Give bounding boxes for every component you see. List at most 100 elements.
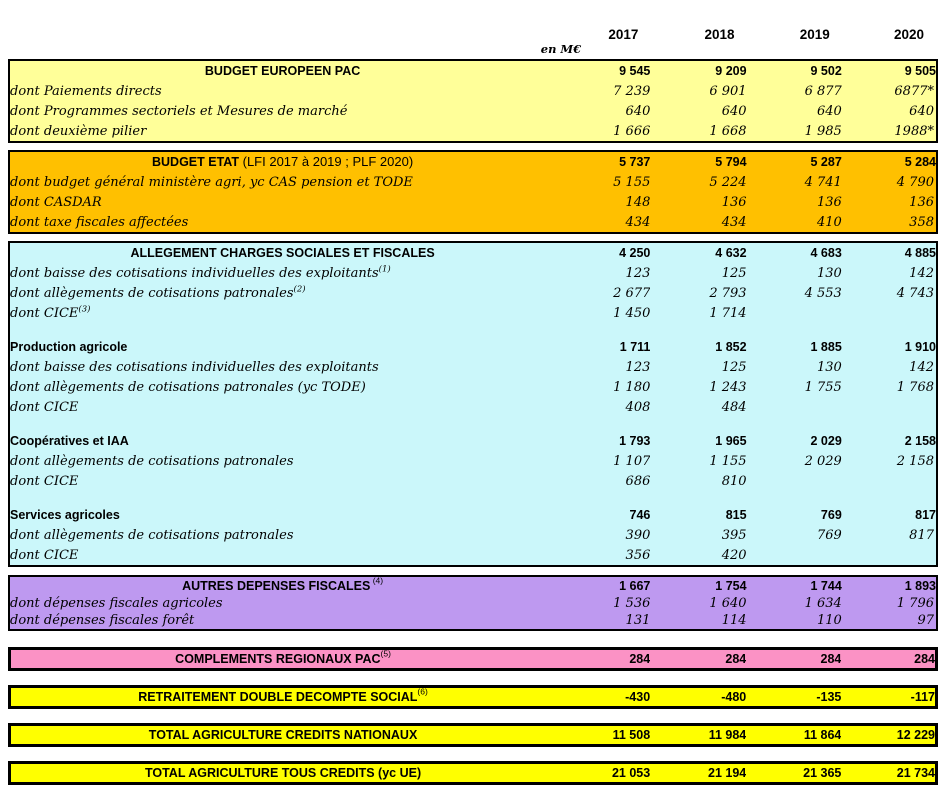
cell-value: 2 029 [747,431,842,451]
row-label: dont budget général ministère agri, yc C… [9,172,555,192]
cell-value: 390 [555,525,650,545]
footnote-marker: (1) [379,264,391,274]
unit-row: en M€ [9,42,937,58]
cell-value: 136 [842,192,937,212]
cell-value: 114 [650,612,746,630]
row-label-text: dont CICE [10,474,78,489]
cell-value: 11 864 [746,725,841,746]
row-label-text: dont taxe fiscales affectées [10,215,188,230]
table-row: dont dépenses fiscales forêt13111411097 [9,612,937,630]
spacer-row [9,417,937,431]
table-row: dont Paiements directs7 2396 9016 877687… [9,81,937,101]
year-header-2018: 2018 [650,23,746,42]
cell-value: 2 029 [747,451,842,471]
table-row: dont deuxième pilier1 6661 6681 9851988* [9,121,937,142]
cell-value [747,397,842,417]
cell-value: 4 250 [555,242,650,263]
cell-value: 5 737 [555,151,650,172]
cell-value: 6877* [842,81,937,101]
row-label: dont allègements de cotisations patronal… [9,451,555,471]
cell-value: 1 793 [555,431,650,451]
cell-value: 7 239 [555,81,650,101]
table-row: TOTAL AGRICULTURE CREDITS NATIONAUX11 50… [10,725,937,746]
cell-value: 9 545 [555,60,650,81]
cell-value: 1 852 [650,337,746,357]
footnote-marker: (6) [417,687,427,697]
cell-value: 123 [555,357,650,377]
cell-value: 5 794 [650,151,746,172]
row-label-text: dont allègements de cotisations patronal… [10,286,294,301]
cell-value: 1 667 [555,576,650,595]
cell-value: 1 910 [842,337,937,357]
cell-value: 4 741 [747,172,842,192]
cell-value: 125 [650,357,746,377]
cell-value: 769 [747,525,842,545]
spacer-cell [9,491,937,505]
table-row: COMPLEMENTS REGIONAUX PAC(5)284284284284 [10,649,937,670]
cell-value: 1 450 [555,303,650,323]
cell-value: 2 677 [555,283,650,303]
cell-value: 5 224 [650,172,746,192]
cell-value: 148 [555,192,650,212]
cell-value: 434 [555,212,650,233]
cell-value: 395 [650,525,746,545]
cell-value: 817 [842,525,937,545]
cell-value: 11 984 [650,725,746,746]
table-row: dont taxe fiscales affectées434434410358 [9,212,937,233]
row-label-text: BUDGET EUROPEEN PAC [205,64,360,78]
cell-value: 1 634 [747,595,842,612]
row-label-text: dont dépenses fiscales agricoles [10,596,223,611]
spacer-cell [9,417,937,431]
unit-label: en M€ [36,42,581,56]
cell-value: 408 [555,397,650,417]
row-label-text: COMPLEMENTS REGIONAUX PAC [175,652,380,666]
cell-value: 4 790 [842,172,937,192]
row-label-text: dont baisse des cotisations individuelle… [10,360,379,375]
cell-value: 11 508 [555,725,650,746]
cell-value: 130 [747,263,842,283]
cell-value: 815 [650,505,746,525]
cell-value: 9 209 [650,60,746,81]
row-label: BUDGET ETAT (LFI 2017 à 2019 ; PLF 2020) [9,151,555,172]
cell-value: 1 754 [650,576,746,595]
cell-value: 686 [555,471,650,491]
cell-value [842,545,937,566]
row-label-text: dont deuxième pilier [10,124,146,139]
section-autres-depenses-fiscales: AUTRES DEPENSES FISCALES (4)1 6671 7541 … [8,575,938,631]
row-label: BUDGET EUROPEEN PAC [9,60,555,81]
row-label-text: Production agricole [10,340,127,354]
row-label: Services agricoles [9,505,555,525]
cell-value: 356 [555,545,650,566]
cell-value: 1 744 [747,576,842,595]
cell-value: 284 [746,649,841,670]
cell-value: 358 [842,212,937,233]
table-row: dont CICE(3)1 4501 714 [9,303,937,323]
row-label-text: RETRAITEMENT DOUBLE DECOMPTE SOCIAL [138,690,417,704]
table-row: dont allègements de cotisations patronal… [9,283,937,303]
cell-value: 1 893 [842,576,937,595]
cell-value: 1 668 [650,121,746,142]
table-row: TOTAL AGRICULTURE TOUS CREDITS (yc UE)21… [10,763,937,784]
cell-value [842,303,937,323]
row-label: dont Programmes sectoriels et Mesures de… [9,101,555,121]
cell-value: 4 632 [650,242,746,263]
cell-value: 131 [555,612,650,630]
column-header: 2017 2018 2019 2020 en M€ [8,22,938,59]
row-label: TOTAL AGRICULTURE CREDITS NATIONAUX [10,725,556,746]
cell-value: 9 502 [747,60,842,81]
row-label: dont CICE [9,397,555,417]
cell-value: 21 194 [650,763,746,784]
cell-value: 284 [650,649,746,670]
table-row: dont baisse des cotisations individuelle… [9,357,937,377]
cell-value: 640 [555,101,650,121]
row-label: AUTRES DEPENSES FISCALES (4) [9,576,555,595]
table-row: dont CASDAR148136136136 [9,192,937,212]
cell-value: 4 885 [842,242,937,263]
year-header-2017: 2017 [555,23,650,42]
row-label: dont allègements de cotisations patronal… [9,283,555,303]
cell-value: -480 [650,687,746,708]
table-row: BUDGET EUROPEEN PAC9 5459 2099 5029 505 [9,60,937,81]
cell-value: 6 901 [650,81,746,101]
cell-value: 136 [747,192,842,212]
row-label: dont deuxième pilier [9,121,555,142]
